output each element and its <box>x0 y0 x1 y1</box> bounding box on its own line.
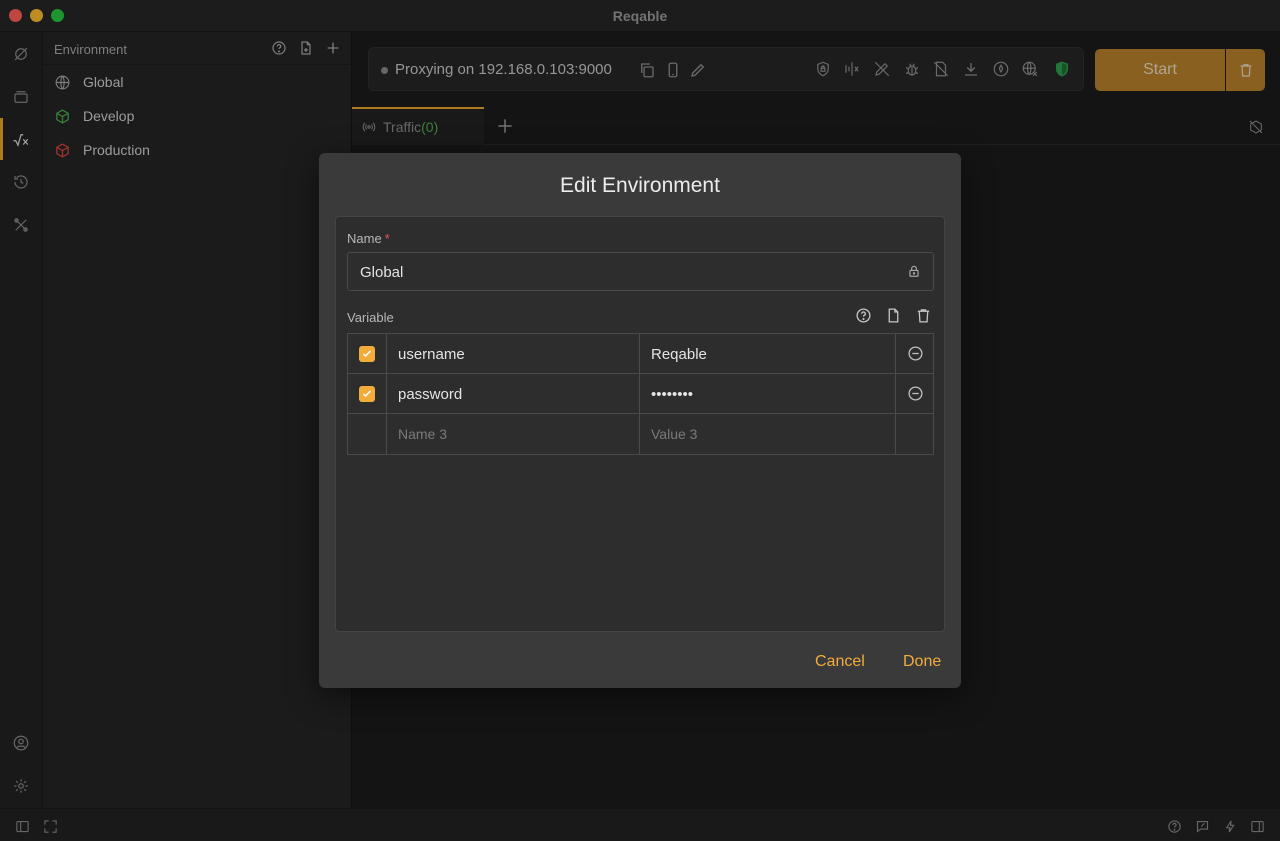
new-variable-name-input[interactable]: Name 3 <box>387 414 640 454</box>
enable-cell <box>348 374 387 414</box>
name-input[interactable]: Global <box>347 252 934 291</box>
variable-name-input[interactable]: password <box>387 374 640 414</box>
action-cell <box>896 414 935 454</box>
remove-circle-icon[interactable] <box>907 345 924 362</box>
done-button[interactable]: Done <box>903 653 941 671</box>
table-row: password •••••••• <box>348 374 933 414</box>
lock-icon <box>907 264 921 278</box>
dialog-body: Name * Global Variable username Reqable … <box>335 216 945 632</box>
action-cell <box>896 374 935 414</box>
variable-value-input[interactable]: Reqable <box>640 334 896 374</box>
remove-circle-icon[interactable] <box>907 385 924 402</box>
required-mark: * <box>384 231 390 246</box>
cancel-button[interactable]: Cancel <box>815 653 865 671</box>
trash-icon[interactable] <box>915 307 932 324</box>
name-label-text: Name <box>347 231 382 246</box>
enable-cell <box>348 414 387 454</box>
table-row: username Reqable <box>348 334 933 374</box>
enable-checkbox[interactable] <box>359 346 375 362</box>
variable-label: Variable <box>347 310 394 325</box>
new-variable-value-input[interactable]: Value 3 <box>640 414 896 454</box>
action-cell <box>896 334 935 374</box>
variable-name-input[interactable]: username <box>387 334 640 374</box>
name-label: Name * <box>347 231 390 246</box>
edit-environment-dialog: Edit Environment Name* Global Variable <box>319 153 961 688</box>
name-value: Global <box>360 264 404 281</box>
variable-table: username Reqable password •••••••• Name … <box>347 333 934 455</box>
dialog-title: Edit Environment <box>560 174 720 197</box>
enable-checkbox[interactable] <box>359 386 375 402</box>
table-row: Name 3 Value 3 <box>348 414 933 454</box>
file-icon[interactable] <box>885 307 902 324</box>
help-icon[interactable] <box>855 307 872 324</box>
variable-value-input[interactable]: •••••••• <box>640 374 896 414</box>
enable-cell <box>348 334 387 374</box>
